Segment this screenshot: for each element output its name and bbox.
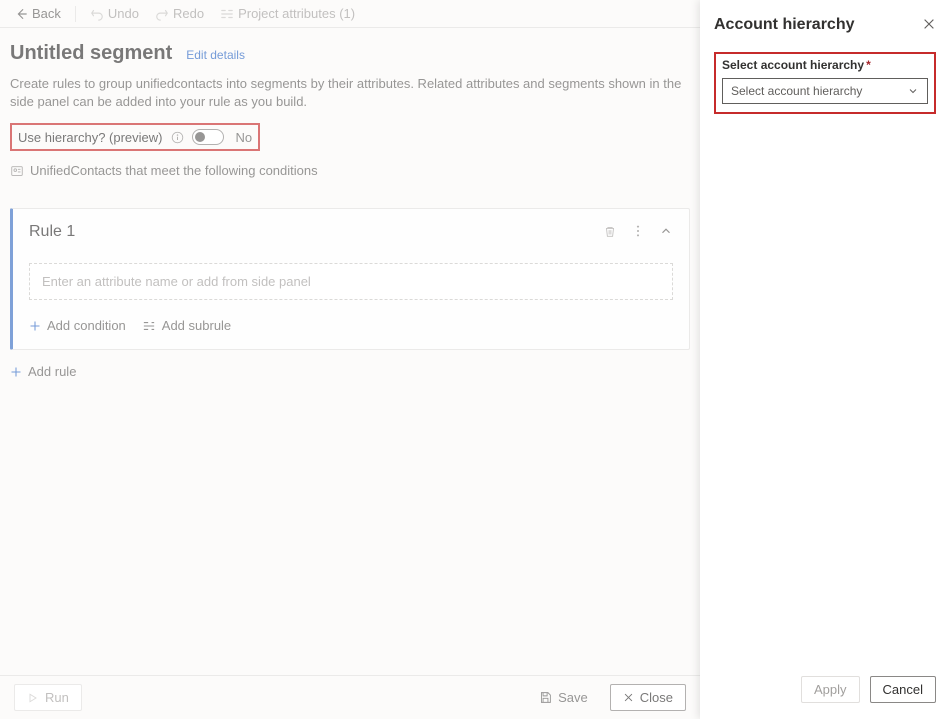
attribute-input[interactable]: [29, 263, 673, 300]
redo-label: Redo: [173, 6, 204, 21]
use-hierarchy-label: Use hierarchy? (preview): [18, 130, 163, 145]
apply-label: Apply: [814, 682, 847, 697]
account-hierarchy-panel: Account hierarchy Select account hierarc…: [700, 0, 950, 719]
rule-buttons: Add condition Add subrule: [29, 318, 673, 333]
title-row: Untitled segment Edit details: [10, 42, 690, 65]
use-hierarchy-row: Use hierarchy? (preview) No: [10, 123, 260, 151]
undo-button[interactable]: Undo: [84, 4, 145, 23]
select-placeholder: Select account hierarchy: [731, 84, 862, 98]
add-condition-label: Add condition: [47, 318, 126, 333]
select-hierarchy-field: Select account hierarchy * Select accoun…: [714, 52, 936, 114]
back-button[interactable]: Back: [8, 4, 67, 23]
account-hierarchy-select[interactable]: Select account hierarchy: [722, 78, 928, 104]
rule-actions: [603, 224, 673, 241]
undo-label: Undo: [108, 6, 139, 21]
content: Untitled segment Edit details Create rul…: [0, 28, 700, 719]
toggle-knob: [195, 132, 205, 142]
use-hierarchy-toggle[interactable]: [192, 129, 224, 145]
footer-right: Save Close: [527, 684, 686, 711]
separator: [75, 6, 76, 22]
add-subrule-label: Add subrule: [162, 318, 231, 333]
cancel-label: Cancel: [883, 682, 923, 697]
description: Create rules to group unifiedcontacts in…: [10, 75, 690, 111]
add-rule-button[interactable]: Add rule: [10, 364, 76, 379]
back-label: Back: [32, 6, 61, 21]
contacts-icon: [10, 164, 24, 178]
redo-icon: [155, 7, 169, 21]
toggle-state: No: [236, 130, 253, 145]
more-icon[interactable]: [631, 224, 645, 241]
add-subrule-button[interactable]: Add subrule: [142, 318, 231, 333]
project-attributes-label: Project attributes (1): [238, 6, 355, 21]
add-condition-button[interactable]: Add condition: [29, 318, 126, 333]
redo-button[interactable]: Redo: [149, 4, 210, 23]
run-button[interactable]: Run: [14, 684, 82, 711]
rule-header: Rule 1: [29, 223, 673, 241]
field-label-text: Select account hierarchy: [722, 58, 864, 72]
rule-title: Rule 1: [29, 223, 603, 241]
undo-icon: [90, 7, 104, 21]
play-icon: [27, 692, 39, 704]
close-icon: [922, 17, 936, 31]
subrule-icon: [142, 320, 156, 332]
footer: Run Save Close: [0, 675, 700, 719]
edit-details-link[interactable]: Edit details: [186, 48, 245, 62]
field-label: Select account hierarchy *: [722, 58, 928, 72]
conditions-row: UnifiedContacts that meet the following …: [10, 163, 690, 178]
collapse-icon[interactable]: [659, 224, 673, 241]
info-icon[interactable]: [171, 131, 184, 144]
apply-button[interactable]: Apply: [801, 676, 860, 703]
plus-icon: [10, 366, 22, 378]
panel-footer: Apply Cancel: [714, 676, 936, 703]
close-label: Close: [640, 690, 673, 705]
run-label: Run: [45, 690, 69, 705]
plus-icon: [29, 320, 41, 332]
chevron-down-icon: [907, 85, 919, 97]
cancel-button[interactable]: Cancel: [870, 676, 936, 703]
delete-icon[interactable]: [603, 224, 617, 241]
add-rule-label: Add rule: [28, 364, 76, 379]
save-button[interactable]: Save: [527, 684, 600, 711]
conditions-text: UnifiedContacts that meet the following …: [30, 163, 318, 178]
main-area: Back Undo Redo Project attributes (1) Un…: [0, 0, 700, 719]
panel-close-button[interactable]: [922, 17, 936, 34]
project-attributes-button[interactable]: Project attributes (1): [214, 4, 361, 23]
required-indicator: *: [866, 58, 871, 72]
rule-card: Rule 1: [10, 208, 690, 350]
arrow-left-icon: [14, 7, 28, 21]
close-icon: [623, 692, 634, 703]
page-title: Untitled segment: [10, 42, 172, 65]
panel-title: Account hierarchy: [714, 16, 922, 34]
project-attributes-icon: [220, 7, 234, 21]
save-icon: [539, 691, 552, 704]
toolbar: Back Undo Redo Project attributes (1): [0, 0, 700, 28]
panel-header: Account hierarchy: [714, 16, 936, 34]
close-button[interactable]: Close: [610, 684, 686, 711]
save-label: Save: [558, 690, 588, 705]
